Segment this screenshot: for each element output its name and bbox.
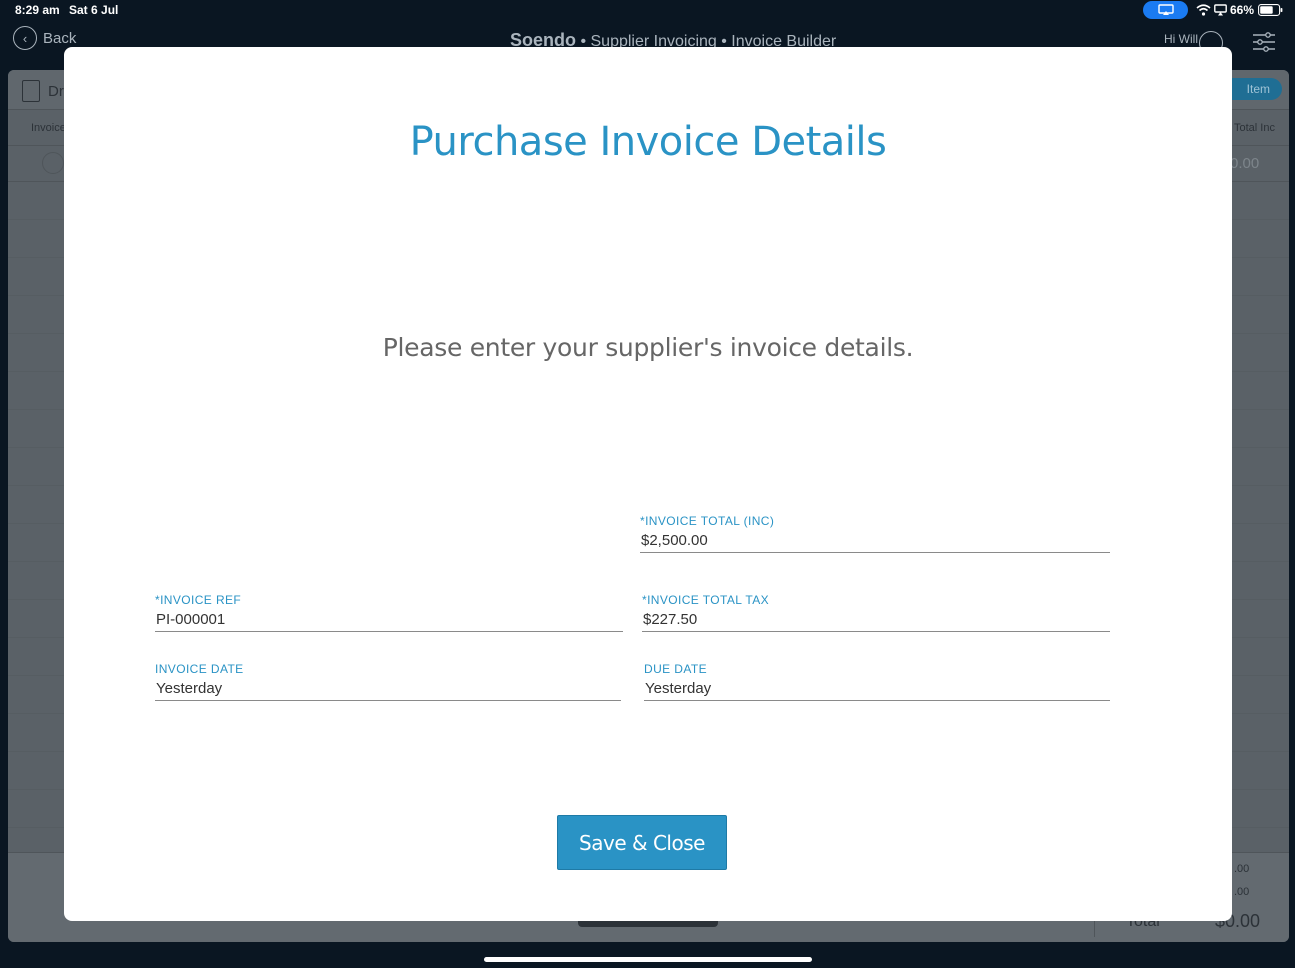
invoice-date-label: INVOICE DATE (155, 662, 244, 676)
back-label: Back (43, 29, 77, 47)
invoice-total-tax-field: *INVOICE TOTAL TAX (642, 593, 1110, 632)
background-col-invoice: Invoice (31, 122, 66, 134)
invoice-total-tax-label: *INVOICE TOTAL TAX (642, 593, 770, 607)
invoice-total-inc-label: *INVOICE TOTAL (INC) (640, 514, 775, 528)
settings-sliders-icon[interactable] (1251, 30, 1277, 54)
background-row-circle (42, 152, 64, 174)
due-date-field: DUE DATE (644, 662, 1110, 701)
status-date: Sat 6 Jul (69, 3, 119, 17)
screen-mirror-icon (1214, 4, 1227, 16)
back-button[interactable]: ‹ Back (13, 26, 76, 50)
due-date-label: DUE DATE (644, 662, 707, 676)
document-icon (22, 80, 40, 102)
invoice-total-inc-field: *INVOICE TOTAL (INC) (640, 514, 1110, 553)
battery-icon (1258, 4, 1283, 16)
invoice-ref-label: *INVOICE REF (155, 593, 242, 607)
background-sum-2: .00 (1234, 886, 1250, 898)
invoice-ref-input[interactable] (155, 609, 623, 632)
battery-percent: 66% (1230, 3, 1255, 17)
invoice-date-field: INVOICE DATE (155, 662, 621, 701)
background-sum-1: .00 (1234, 863, 1250, 875)
status-time: 8:29 am (15, 3, 60, 17)
save-and-close-button[interactable]: Save & Close (557, 815, 727, 870)
invoice-total-tax-input[interactable] (642, 609, 1110, 632)
invoice-ref-field: *INVOICE REF (155, 593, 623, 632)
home-indicator[interactable] (484, 957, 812, 962)
status-bar: 8:29 am Sat 6 Jul 66% (0, 0, 1295, 22)
invoice-total-inc-input[interactable] (640, 530, 1110, 553)
back-chevron-icon: ‹ (13, 26, 37, 50)
due-date-input[interactable] (644, 678, 1110, 701)
background-col-total: Total Inc (1234, 122, 1275, 134)
modal-subtitle: Please enter your supplier's invoice det… (382, 333, 914, 362)
purchase-invoice-modal: Purchase Invoice Details Please enter yo… (64, 47, 1232, 921)
wifi-icon (1196, 4, 1211, 16)
modal-title: Purchase Invoice Details (409, 119, 887, 165)
background-row-amount: 0.00 (1230, 155, 1260, 172)
airplay-icon[interactable] (1143, 1, 1188, 19)
invoice-date-input[interactable] (155, 678, 621, 701)
user-greeting: Hi Will (1164, 32, 1198, 46)
